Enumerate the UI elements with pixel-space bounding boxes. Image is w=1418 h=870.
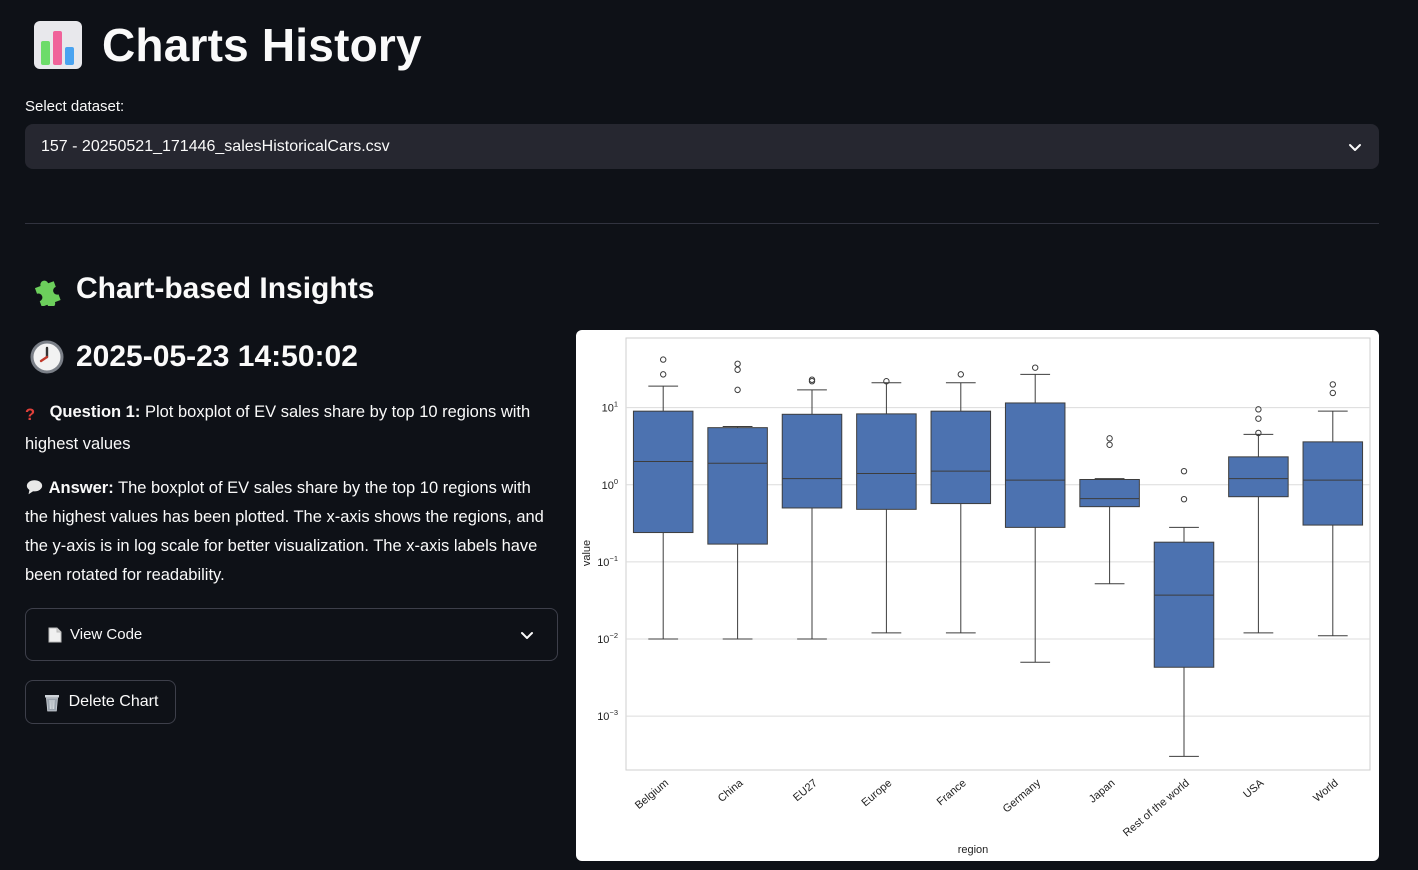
box-china bbox=[707, 427, 768, 545]
insights-heading-text: Chart-based Insights bbox=[76, 272, 375, 305]
question-block: ? Question 1: Plot boxplot of EV sales s… bbox=[25, 398, 555, 459]
question-label: Question 1: bbox=[49, 403, 141, 421]
boxplot-chart: 101 100 10−1 10−2 10−3 Belgium China EU27 Europe… bbox=[576, 330, 1379, 861]
question-mark-icon: ? bbox=[25, 406, 36, 424]
box-rest-of-the-world bbox=[1153, 541, 1215, 668]
wastebasket-icon bbox=[44, 695, 59, 712]
box-germany bbox=[1004, 402, 1066, 528]
box-europe bbox=[856, 413, 917, 510]
insights-heading: Chart-based Insights bbox=[30, 272, 374, 306]
y-tick-label: 100 bbox=[602, 477, 618, 492]
page-title-text: Charts History bbox=[102, 19, 422, 71]
box-world bbox=[1302, 441, 1364, 526]
dataset-select-value: 157 - 20250521_171446_salesHistoricalCar… bbox=[41, 137, 390, 155]
x-tick-label: Europe bbox=[859, 777, 894, 809]
y-tick-label: 101 bbox=[602, 400, 618, 415]
y-tick-label: 10−3 bbox=[597, 708, 618, 723]
box-eu27 bbox=[781, 413, 843, 509]
section-divider bbox=[25, 223, 1379, 224]
x-tick-label: Germany bbox=[1001, 777, 1044, 816]
box-belgium bbox=[632, 410, 694, 534]
x-tick-label: USA bbox=[1241, 777, 1267, 801]
clock-icon bbox=[30, 340, 64, 374]
view-code-label: View Code bbox=[70, 626, 143, 643]
box-japan bbox=[1079, 478, 1140, 508]
delete-chart-button[interactable]: Delete Chart bbox=[25, 680, 176, 724]
y-tick-label: 10−2 bbox=[597, 631, 618, 646]
document-icon bbox=[48, 627, 62, 642]
box-france bbox=[930, 410, 992, 505]
answer-label: Answer: bbox=[48, 479, 114, 497]
speech-bubble-icon bbox=[26, 480, 43, 495]
dataset-select[interactable]: 157 - 20250521_171446_salesHistoricalCar… bbox=[25, 124, 1379, 169]
x-tick-label: China bbox=[716, 777, 746, 805]
x-tick-label: Rest of the world bbox=[1121, 777, 1192, 839]
puzzle-piece-icon bbox=[34, 280, 61, 306]
answer-block: Answer: The boxplot of EV sales share by… bbox=[25, 474, 555, 590]
x-tick-label: Japan bbox=[1087, 777, 1118, 805]
view-code-header: View Code bbox=[48, 626, 142, 643]
y-tick-label: 10−1 bbox=[597, 554, 618, 569]
boxplot-svg: 101 100 10−1 10−2 10−3 Belgium China EU27 Europe… bbox=[581, 337, 1371, 856]
box-usa bbox=[1228, 456, 1289, 498]
dataset-select-label: Select dataset: bbox=[25, 98, 125, 115]
y-axis-label: value bbox=[581, 540, 593, 566]
view-code-expander[interactable]: View Code bbox=[25, 608, 558, 661]
page-title: Charts History bbox=[32, 18, 422, 72]
delete-chart-label: Delete Chart bbox=[68, 693, 159, 710]
app-page: Charts History Select dataset: 157 - 202… bbox=[0, 0, 1418, 870]
chevron-down-icon bbox=[1349, 143, 1361, 151]
x-tick-label: EU27 bbox=[791, 777, 820, 804]
x-axis-label: region bbox=[958, 844, 989, 856]
timestamp-text: 2025-05-23 14:50:02 bbox=[76, 340, 358, 373]
chevron-down-icon bbox=[521, 631, 533, 639]
x-tick-label: World bbox=[1311, 777, 1341, 805]
chart-timestamp: 2025-05-23 14:50:02 bbox=[30, 340, 358, 374]
x-tick-label: Belgium bbox=[633, 777, 671, 812]
x-tick-label: France bbox=[935, 777, 969, 808]
bar-chart-icon bbox=[34, 21, 82, 69]
